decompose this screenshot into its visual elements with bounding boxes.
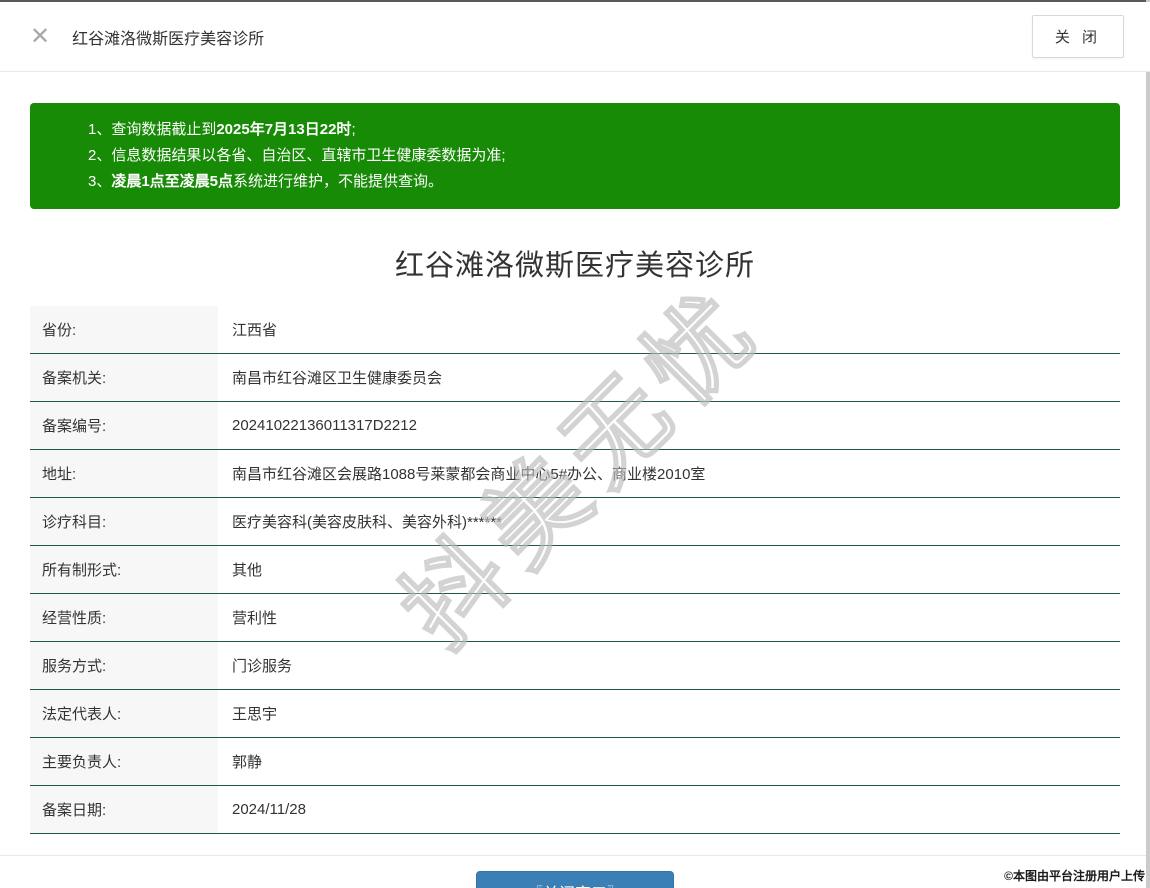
field-label: 备案编号: (30, 401, 218, 450)
table-row: 备案日期: 2024/11/28 (30, 785, 1120, 834)
field-value: 王思宇 (218, 689, 1120, 738)
table-row: 省份: 江西省 (30, 306, 1120, 354)
table-row: 备案机关: 南昌市红谷滩区卫生健康委员会 (30, 353, 1120, 402)
page: ✕ 红谷滩洛微斯医疗美容诊所 关 闭 1、查询数据截止到2025年7月13日22… (0, 0, 1150, 888)
field-value: 医疗美容科(美容皮肤科、美容外科)****** (218, 497, 1120, 546)
field-value: 营利性 (218, 593, 1120, 642)
field-label: 经营性质: (30, 593, 218, 642)
table-row: 主要负责人: 郭静 (30, 737, 1120, 786)
notice-text: 1、查询数据截止到 (88, 121, 217, 138)
notice-bold-text: 2025年7月13日22时 (216, 121, 352, 138)
table-row: 法定代表人: 王思宇 (30, 689, 1120, 738)
table-row: 经营性质: 营利性 (30, 593, 1120, 642)
field-label: 地址: (30, 449, 218, 498)
notice-text: 系统进行维护，不能提供查询。 (233, 173, 444, 190)
field-value: 南昌市红谷滩区卫生健康委员会 (218, 353, 1120, 402)
field-value: 江西省 (218, 306, 1120, 354)
right-edge-scrollbar[interactable] (1146, 0, 1150, 888)
table-row: 所有制形式: 其他 (30, 545, 1120, 594)
page-title: 红谷滩洛微斯医疗美容诊所 (72, 30, 265, 48)
notice-text: 2、信息数据结果以各省、自治区、直辖市卫生健康委数据为准; (88, 147, 506, 164)
bottom-divider (0, 855, 1150, 856)
close-x-icon[interactable]: ✕ (30, 24, 50, 49)
close-window-button[interactable]: 〖关闭窗口〗 (475, 871, 674, 888)
table-row: 服务方式: 门诊服务 (30, 641, 1120, 690)
table-row: 诊疗科目: 医疗美容科(美容皮肤科、美容外科)****** (30, 497, 1120, 546)
field-label: 所有制形式: (30, 545, 218, 594)
notice-box: 1、查询数据截止到2025年7月13日22时; 2、信息数据结果以各省、自治区、… (30, 103, 1120, 209)
clinic-title: 红谷滩洛微斯医疗美容诊所 (394, 250, 755, 282)
field-value: 南昌市红谷滩区会展路1088号莱蒙都会商业中心5#办公、商业楼2010室 (218, 449, 1120, 498)
notice-line: 3、凌晨1点至凌晨5点系统进行维护，不能提供查询。 (88, 169, 1100, 195)
notice-bold-text: 凌晨1点至凌晨5点 (111, 173, 234, 190)
upload-credit-label: ©本图由平台注册用户上传 (1004, 869, 1145, 883)
field-label: 法定代表人: (30, 689, 218, 738)
table-row: 地址: 南昌市红谷滩区会展路1088号莱蒙都会商业中心5#办公、商业楼2010室 (30, 449, 1120, 498)
field-value: 其他 (218, 545, 1120, 594)
notice-text: ; (351, 121, 356, 138)
button-row: 〖关闭窗口〗 (0, 871, 1150, 888)
field-label: 省份: (30, 306, 218, 354)
info-table: 省份: 江西省 备案机关: 南昌市红谷滩区卫生健康委员会 备案编号: 20241022… (30, 306, 1120, 834)
field-label: 诊疗科目: (30, 497, 218, 546)
header-bar: ✕ 红谷滩洛微斯医疗美容诊所 关 闭 (0, 2, 1150, 72)
field-value: 郭静 (218, 737, 1120, 786)
field-value: 门诊服务 (218, 641, 1120, 690)
field-label: 备案日期: (30, 785, 218, 834)
field-label: 备案机关: (30, 353, 218, 402)
field-label: 主要负责人: (30, 737, 218, 786)
notice-text: 3、 (88, 173, 112, 190)
field-label: 服务方式: (30, 641, 218, 690)
notice-line: 2、信息数据结果以各省、自治区、直辖市卫生健康委数据为准; (88, 143, 1100, 169)
table-row: 备案编号: 20241022136011317D2212 (30, 401, 1120, 450)
notice-line: 1、查询数据截止到2025年7月13日22时; (88, 117, 1100, 143)
field-value: 20241022136011317D2212 (218, 401, 1120, 450)
field-value: 2024/11/28 (218, 785, 1120, 834)
close-button[interactable]: 关 闭 (1031, 15, 1124, 58)
